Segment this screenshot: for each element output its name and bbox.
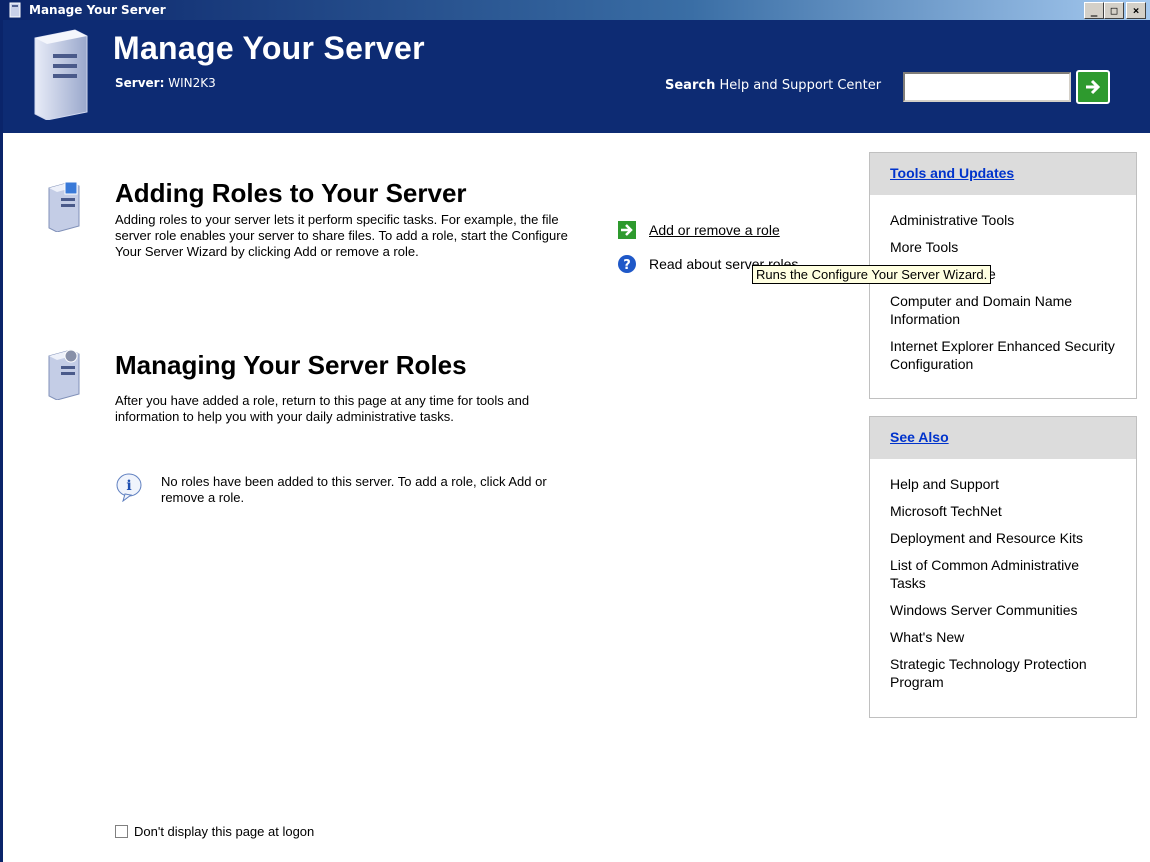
dont-display-at-logon-option[interactable]: Don't display this page at logon [115,824,314,839]
search-input[interactable] [903,72,1071,102]
adding-roles-text: Adding roles to your server lets it perf… [115,212,568,259]
window-title: Manage Your Server [29,3,166,17]
add-remove-role-link[interactable]: Add or remove a role [649,222,780,238]
arrow-right-icon [1086,79,1101,95]
add-role-icon [48,181,80,232]
title-bar[interactable]: Manage Your Server _ □ × [3,0,1150,20]
see-also-item-common-tasks[interactable]: List of Common Administrative Tasks [890,556,1116,592]
managing-roles-text: After you have added a role, return to t… [115,393,530,424]
tools-list: Administrative Tools More Tools Windows … [870,195,1136,390]
managing-roles-heading: Managing Your Server Roles [115,350,467,380]
search-label: Search Help and Support Center [665,78,881,93]
svg-text:?: ? [623,258,631,273]
see-also-item-help-support[interactable]: Help and Support [890,475,1116,493]
minimize-button[interactable]: _ [1084,2,1104,19]
adding-roles-heading: Adding Roles to Your Server [115,178,467,208]
see-also-item-communities[interactable]: Windows Server Communities [890,601,1116,619]
manage-role-icon [48,349,80,400]
tools-and-updates-heading[interactable]: Tools and Updates [870,153,1136,195]
see-also-item-stpp[interactable]: Strategic Technology Protection Program [890,655,1116,691]
window-controls: _ □ × [1084,2,1146,19]
see-also-heading[interactable]: See Also [870,417,1136,459]
header-band: Manage Your Server Server: WIN2K3 Search… [3,20,1150,133]
manage-your-server-window: Manage Your Server _ □ × Manage Your Ser… [0,0,1150,862]
server-icon [34,29,88,120]
tooltip: Runs the Configure Your Server Wizard. [752,265,992,284]
see-also-item-deployment-kits[interactable]: Deployment and Resource Kits [890,529,1116,547]
server-name: WIN2K3 [168,76,216,90]
tools-item-administrative-tools[interactable]: Administrative Tools [890,211,1116,229]
see-also-panel: See Also Help and Support Microsoft Tech… [869,416,1137,718]
server-label: Server: [115,76,165,90]
page-title: Manage Your Server [113,30,425,66]
tools-item-ie-esc[interactable]: Internet Explorer Enhanced Security Conf… [890,337,1116,373]
close-button[interactable]: × [1126,2,1146,19]
green-arrow-icon [617,220,637,240]
tools-item-computer-domain-info[interactable]: Computer and Domain Name Information [890,292,1116,328]
add-remove-role-action[interactable]: Add or remove a role [617,220,780,240]
server-name-line: Server: WIN2K3 [115,76,216,90]
dont-display-checkbox[interactable] [115,825,128,838]
help-icon: ? [617,254,637,274]
maximize-button[interactable]: □ [1104,2,1124,19]
tools-item-more-tools[interactable]: More Tools [890,238,1116,256]
svg-text:i: i [126,478,131,494]
search-label-bold: Search [665,78,716,93]
search-label-rest: Help and Support Center [715,78,882,93]
info-icon: i [116,473,142,502]
server-app-icon [9,2,21,18]
see-also-list: Help and Support Microsoft TechNet Deplo… [870,459,1136,708]
see-also-item-whats-new[interactable]: What's New [890,628,1116,646]
see-also-item-technet[interactable]: Microsoft TechNet [890,502,1116,520]
no-roles-info-text: No roles have been added to this server.… [161,474,547,505]
search-go-button[interactable] [1076,70,1110,104]
dont-display-label: Don't display this page at logon [134,824,315,839]
